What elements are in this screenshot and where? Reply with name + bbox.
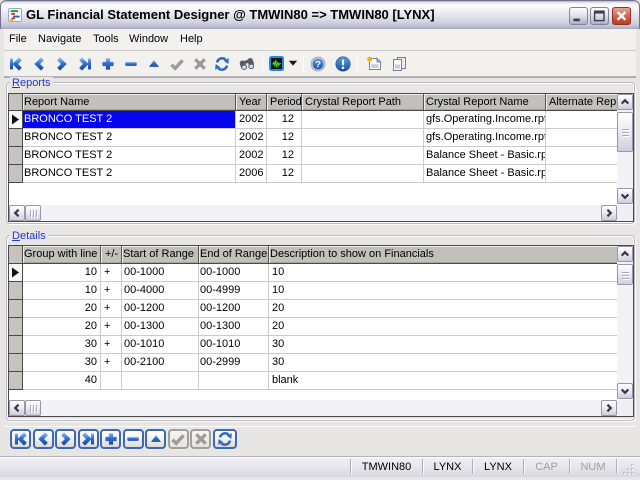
- svg-text:?: ?: [315, 59, 321, 70]
